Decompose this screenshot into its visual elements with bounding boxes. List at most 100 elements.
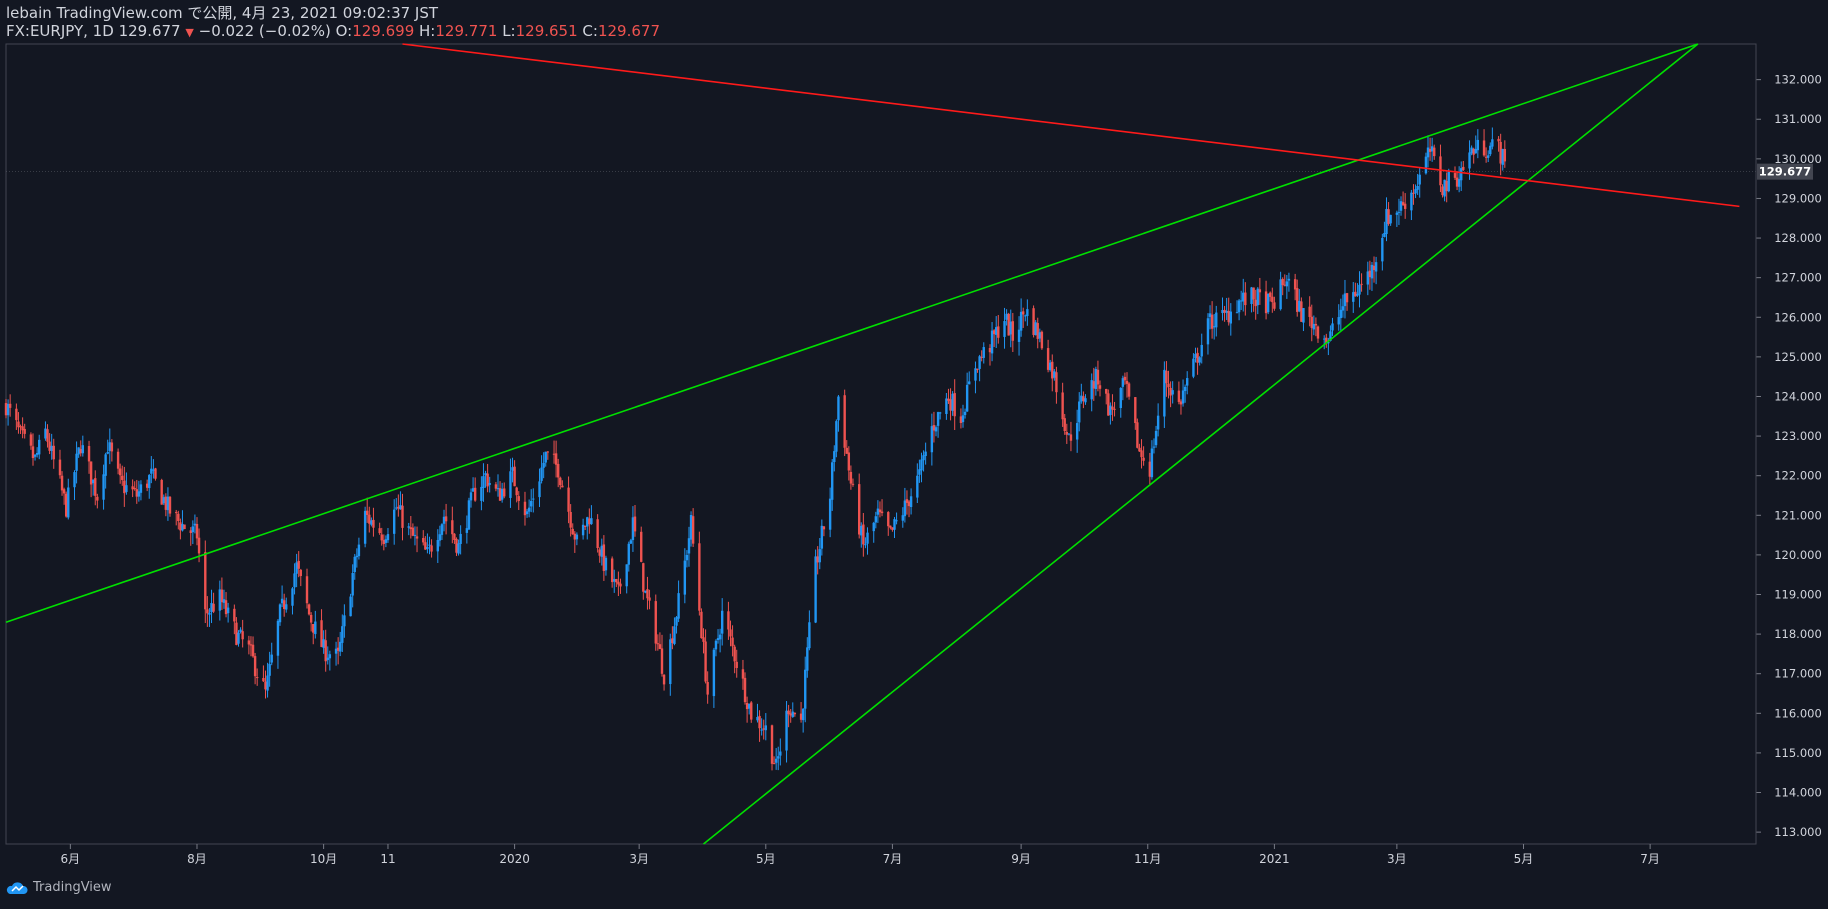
tradingview-branding[interactable]: TradingView (6, 880, 112, 895)
candle-body (312, 623, 315, 633)
candle-body (175, 512, 178, 514)
candle-body (397, 506, 400, 509)
price-tick-label: 132.000 (1774, 73, 1822, 87)
candle-body (494, 484, 498, 489)
candle-body (1447, 171, 1450, 192)
time-tick-label: 8月 (187, 852, 207, 866)
candle-body (247, 640, 251, 645)
candle-body (596, 519, 599, 549)
time-axis[interactable]: 6月 8月 10月 11 2020 3月 5月 7月 9月 11月 2021 3月 5月 7月 (61, 844, 1660, 866)
price-tick-label: 120.000 (1774, 548, 1822, 562)
candle-body (1252, 287, 1255, 300)
candle-body (1017, 329, 1021, 342)
candle-body (91, 479, 95, 484)
candle-body (716, 638, 720, 641)
candle-body (237, 632, 240, 644)
candle-body (619, 583, 622, 587)
candle-body (62, 489, 66, 494)
candle-body (166, 496, 170, 511)
candle-body (1397, 211, 1401, 213)
candle-body (428, 544, 431, 546)
candle-body (835, 421, 838, 452)
candle-body (951, 393, 954, 411)
candle-body (276, 620, 280, 656)
candle-body (1258, 289, 1262, 293)
candle-body (125, 485, 128, 492)
candle-body (953, 393, 956, 417)
price-chart[interactable]: 113.000 114.000 115.000 116.000 117.000 118.0… (0, 0, 1828, 909)
candle-body (1227, 310, 1230, 323)
candle-body (1345, 293, 1349, 303)
candle-body (1426, 147, 1430, 158)
candle-body (849, 471, 853, 484)
candle-body (35, 452, 39, 455)
candle-body (833, 451, 836, 463)
candle-body (1098, 385, 1102, 389)
candle-body (326, 657, 329, 661)
candle-body (1138, 447, 1141, 452)
candle-body (656, 643, 660, 645)
candle-body (436, 539, 439, 552)
candle-body (1331, 323, 1334, 331)
candle-body (777, 756, 780, 759)
price-tick-label: 127.000 (1774, 271, 1822, 285)
candle-body (1198, 357, 1201, 363)
candle-body (1293, 279, 1297, 290)
candle-body (779, 751, 782, 756)
lower-channel-trend-line[interactable] (703, 43, 1699, 845)
candle-body (714, 640, 718, 650)
price-tick-label: 119.000 (1774, 587, 1822, 601)
candle-body (6, 403, 10, 416)
candle-body (1501, 149, 1504, 165)
candle-body (1381, 237, 1384, 262)
candle-body (1433, 147, 1436, 157)
symbol-label[interactable]: FX:EURJPY, 1D (6, 22, 114, 40)
candle-body (235, 622, 238, 645)
candle-body (729, 629, 732, 637)
candle-body (1019, 311, 1023, 331)
close-label: C: (582, 22, 598, 40)
candle-body (1279, 279, 1282, 310)
candle-body (889, 525, 892, 528)
candle-body (1109, 405, 1112, 415)
price-axis[interactable]: 113.000 114.000 115.000 116.000 117.000 118.0… (1756, 73, 1822, 839)
candle-body (150, 468, 153, 474)
candle-body (1273, 302, 1276, 309)
candle-body (588, 518, 591, 525)
candle-body (691, 516, 695, 544)
candle-body (1491, 139, 1494, 147)
candle-body (976, 368, 979, 370)
low-label: L: (502, 22, 516, 40)
candle-body (239, 629, 242, 632)
candle-body (598, 549, 601, 556)
candle-body (467, 500, 471, 530)
legend-header: lebain TradingView.com で公開, 4月 23, 2021 … (6, 4, 660, 42)
trend-lines[interactable] (5, 43, 1740, 845)
candle-body (1152, 446, 1156, 448)
candle-body (1024, 315, 1027, 317)
candle-body (1242, 292, 1245, 302)
candle-body (704, 641, 707, 682)
candle-body (1194, 353, 1197, 359)
candle-body (1082, 396, 1085, 401)
candle-body (511, 467, 514, 471)
time-tick-label: 2020 (499, 852, 530, 866)
candle-body (411, 527, 415, 536)
candle-body (1225, 310, 1228, 313)
candle-body (573, 533, 577, 540)
close-value: 129.677 (597, 22, 660, 40)
candle-body (677, 593, 680, 619)
candle-body (307, 604, 311, 615)
time-tick-label: 9月 (1011, 852, 1031, 866)
candle-body (118, 468, 122, 476)
candle-body (183, 524, 186, 530)
resistance-trend-line[interactable] (402, 43, 1740, 208)
candle-body (355, 555, 359, 558)
candle-body (314, 621, 317, 635)
candle-body (644, 590, 647, 593)
candle-body (1401, 202, 1405, 205)
candle-body (164, 496, 168, 510)
candle-body (422, 537, 425, 543)
upper-channel-trend-line[interactable] (5, 43, 1699, 623)
candle-body (1370, 264, 1374, 279)
